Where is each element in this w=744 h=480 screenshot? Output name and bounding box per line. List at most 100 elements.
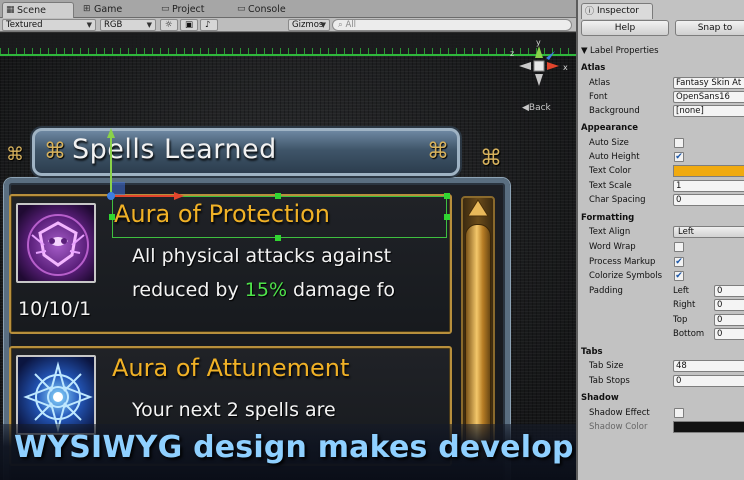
background-row: Background [none]: [578, 104, 744, 118]
word-wrap-checkbox[interactable]: [674, 242, 684, 252]
section-heading: Shadow: [581, 393, 619, 403]
field-label: Tab Stops: [589, 376, 630, 386]
field-label: Word Wrap: [589, 242, 636, 252]
section-heading: Appearance: [581, 123, 639, 133]
help-button[interactable]: Help: [581, 20, 669, 36]
spell-description-line: Your next 2 spells are: [132, 399, 336, 421]
section-tabs: Tabs: [578, 345, 744, 359]
dropdown-arrow-icon: ▼: [146, 21, 152, 29]
resize-handle[interactable]: [444, 214, 450, 220]
guide-line: [0, 54, 576, 56]
text-color-row: Text Color: [578, 164, 744, 178]
audio-toggle[interactable]: ♪: [200, 19, 218, 31]
field-label: Shadow Color: [589, 422, 648, 432]
tab-size-field[interactable]: 48: [673, 360, 744, 372]
desc-text: damage fo: [287, 279, 396, 301]
info-icon: ⓘ: [585, 7, 595, 17]
lighting-toggle[interactable]: ☼: [160, 19, 178, 31]
inspector-panel: ⓘ Inspector Help Snap to ▼ Label Propert…: [576, 0, 744, 480]
dropdown-arrow-icon: ▼: [86, 21, 92, 29]
resize-handle[interactable]: [275, 193, 281, 199]
image-icon: ▣: [185, 20, 194, 30]
owl-emblem-icon: [18, 205, 94, 281]
text-align-dropdown[interactable]: Left: [673, 226, 744, 238]
colorize-symbols-checkbox[interactable]: ✔: [674, 271, 684, 281]
padding-bottom-field[interactable]: 0: [714, 328, 744, 340]
text-color-swatch[interactable]: [673, 165, 744, 177]
knot-ornament-icon: ⌘: [44, 139, 66, 164]
draw-mode-value: Textured: [6, 20, 43, 30]
tab-label: Project: [172, 4, 205, 15]
tab-console[interactable]: ▭ Console: [234, 2, 314, 18]
shadow-color-row: Shadow Color: [578, 420, 744, 434]
tab-stops-field[interactable]: 0: [673, 375, 744, 387]
process-markup-checkbox[interactable]: ✔: [674, 257, 684, 267]
snap-to-button[interactable]: Snap to: [675, 20, 744, 36]
tab-game[interactable]: ⊞ Game: [80, 2, 152, 18]
spell-icon: [16, 355, 96, 435]
image-toggle[interactable]: ▣: [180, 19, 198, 31]
padding-right-row: Right 0: [578, 298, 744, 312]
axis-y-label: y: [536, 38, 541, 47]
knot-ornament-icon: ⌘: [6, 144, 24, 165]
axis-x-label: x: [563, 63, 568, 72]
atlas-row: Atlas Fantasy Skin At: [578, 76, 744, 90]
audio-icon: ♪: [205, 20, 211, 30]
scene-toolbar: Textured ▼ RGB ▼ ☼ ▣ ♪ Gizmos ▼ ⌕ All: [0, 18, 576, 32]
padding-right-field[interactable]: 0: [714, 299, 744, 311]
shadow-color-swatch[interactable]: [673, 421, 744, 433]
component-header[interactable]: ▼ Label Properties: [578, 44, 744, 58]
auto-height-checkbox[interactable]: ✔: [674, 152, 684, 162]
tab-size-row: Tab Size 48: [578, 359, 744, 373]
resize-handle[interactable]: [444, 193, 450, 199]
tab-inspector[interactable]: ⓘ Inspector: [581, 3, 653, 19]
shadow-effect-checkbox[interactable]: [674, 408, 684, 418]
scene-icon: ▦: [6, 5, 15, 15]
scene-search-input[interactable]: ⌕ All: [332, 19, 572, 31]
atlas-field[interactable]: Fantasy Skin At: [673, 77, 744, 89]
resize-handle[interactable]: [109, 214, 115, 220]
tab-scene[interactable]: ▦ Scene: [2, 2, 74, 18]
auto-size-checkbox[interactable]: [674, 138, 684, 148]
view-tab-strip: ▦ Scene ⊞ Game ▭ Project ▭ Console: [0, 0, 576, 18]
colorize-symbols-row: Colorize Symbols ✔: [578, 269, 744, 283]
tab-stops-row: Tab Stops 0: [578, 374, 744, 388]
render-mode-dropdown[interactable]: RGB ▼: [100, 19, 156, 31]
resize-handle[interactable]: [275, 235, 281, 241]
background-field[interactable]: [none]: [673, 105, 744, 117]
knot-ornament-icon: ⌘: [427, 139, 449, 164]
move-tool-gizmo[interactable]: [104, 126, 194, 204]
spell-description-line: All physical attacks against: [132, 245, 392, 267]
field-label: Font: [589, 92, 608, 102]
field-label: Atlas: [589, 78, 610, 88]
tab-label: Scene: [17, 5, 46, 16]
gizmos-dropdown[interactable]: Gizmos ▼: [288, 19, 330, 31]
guide-ruler: [0, 33, 576, 55]
text-scale-field[interactable]: 1: [673, 180, 744, 192]
orientation-gizmo[interactable]: [514, 41, 564, 91]
tab-label: Game: [94, 4, 123, 15]
field-label: Tab Size: [589, 361, 624, 371]
padding-bottom-row: Bottom 0: [578, 327, 744, 341]
section-atlas: Atlas: [578, 61, 744, 75]
foldout-arrow-icon: ▼: [581, 46, 588, 56]
desc-text: reduced by: [132, 279, 245, 301]
field-label: Top: [673, 315, 688, 325]
section-heading: Tabs: [581, 347, 603, 357]
field-label: Left: [673, 286, 689, 296]
char-spacing-field[interactable]: 0: [673, 194, 744, 206]
field-label: Right: [673, 300, 696, 310]
field-label: Text Scale: [589, 181, 632, 191]
field-label: Background: [589, 106, 640, 116]
field-label: Bottom: [673, 329, 705, 339]
search-placeholder: All: [345, 20, 357, 30]
field-label: Char Spacing: [589, 195, 646, 205]
font-field[interactable]: OpenSans16: [673, 91, 744, 103]
padding-top-field[interactable]: 0: [714, 314, 744, 326]
padding-left-field[interactable]: 0: [714, 285, 744, 297]
scroll-up-arrow-icon[interactable]: [466, 198, 490, 218]
tab-project[interactable]: ▭ Project: [158, 2, 232, 18]
section-heading: Formatting: [581, 213, 635, 223]
draw-mode-dropdown[interactable]: Textured ▼: [2, 19, 96, 31]
padding-left-row: Padding Left 0: [578, 284, 744, 298]
